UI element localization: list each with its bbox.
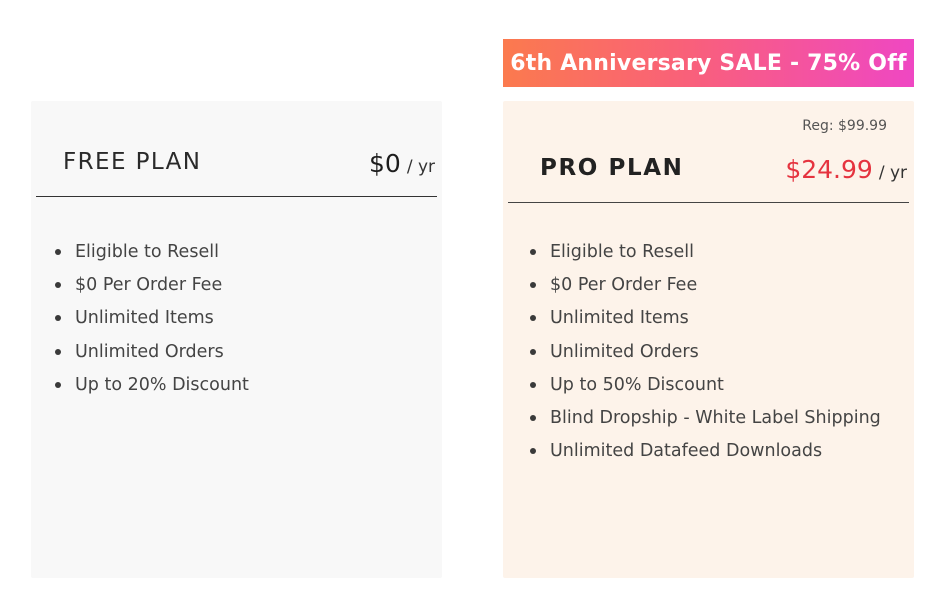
feature-item: Unlimited Orders [51, 340, 249, 373]
bullet-icon [530, 282, 536, 289]
price-amount: $24.99 [785, 155, 873, 184]
plan-price: $24.99 / yr [785, 155, 907, 184]
bullet-icon [55, 315, 61, 322]
pro-plan-card[interactable]: Reg: $99.99 PRO PLAN $24.99 / yr Eligibl… [503, 101, 914, 578]
price-amount: $0 [369, 149, 401, 178]
feature-item: Eligible to Resell [51, 240, 249, 273]
bullet-icon [55, 381, 61, 388]
bullet-icon [530, 381, 536, 388]
feature-item: Up to 50% Discount [526, 373, 881, 406]
feature-item: Eligible to Resell [526, 240, 881, 273]
free-plan-header: FREE PLAN $0 / yr [36, 145, 437, 197]
feature-item: $0 Per Order Fee [51, 273, 249, 306]
plan-price: $0 / yr [369, 149, 435, 178]
bullet-icon [530, 348, 536, 355]
price-period: / yr [406, 157, 435, 177]
sale-banner: 6th Anniversary SALE - 75% Off [503, 39, 914, 87]
feature-item: Unlimited Items [526, 306, 881, 339]
feature-item: Unlimited Orders [526, 340, 881, 373]
regular-price: Reg: $99.99 [802, 118, 887, 134]
feature-item: $0 Per Order Fee [526, 273, 881, 306]
bullet-icon [55, 282, 61, 289]
feature-item: Unlimited Items [51, 306, 249, 339]
plan-name: PRO PLAN [540, 155, 684, 181]
price-period: / yr [878, 163, 907, 183]
bullet-icon [55, 348, 61, 355]
bullet-icon [530, 414, 536, 421]
feature-item: Unlimited Datafeed Downloads [526, 439, 881, 472]
plan-name: FREE PLAN [63, 149, 202, 175]
feature-list: Eligible to Resell $0 Per Order Fee Unli… [51, 240, 249, 406]
feature-list: Eligible to Resell $0 Per Order Fee Unli… [526, 240, 881, 472]
free-plan-card[interactable]: FREE PLAN $0 / yr Eligible to Resell $0 … [31, 101, 442, 578]
feature-item: Up to 20% Discount [51, 373, 249, 406]
bullet-icon [530, 315, 536, 322]
bullet-icon [530, 249, 536, 255]
bullet-icon [55, 249, 61, 255]
bullet-icon [530, 448, 536, 455]
pro-plan-header: PRO PLAN $24.99 / yr [508, 147, 909, 203]
feature-item: Blind Dropship - White Label Shipping [526, 406, 881, 439]
